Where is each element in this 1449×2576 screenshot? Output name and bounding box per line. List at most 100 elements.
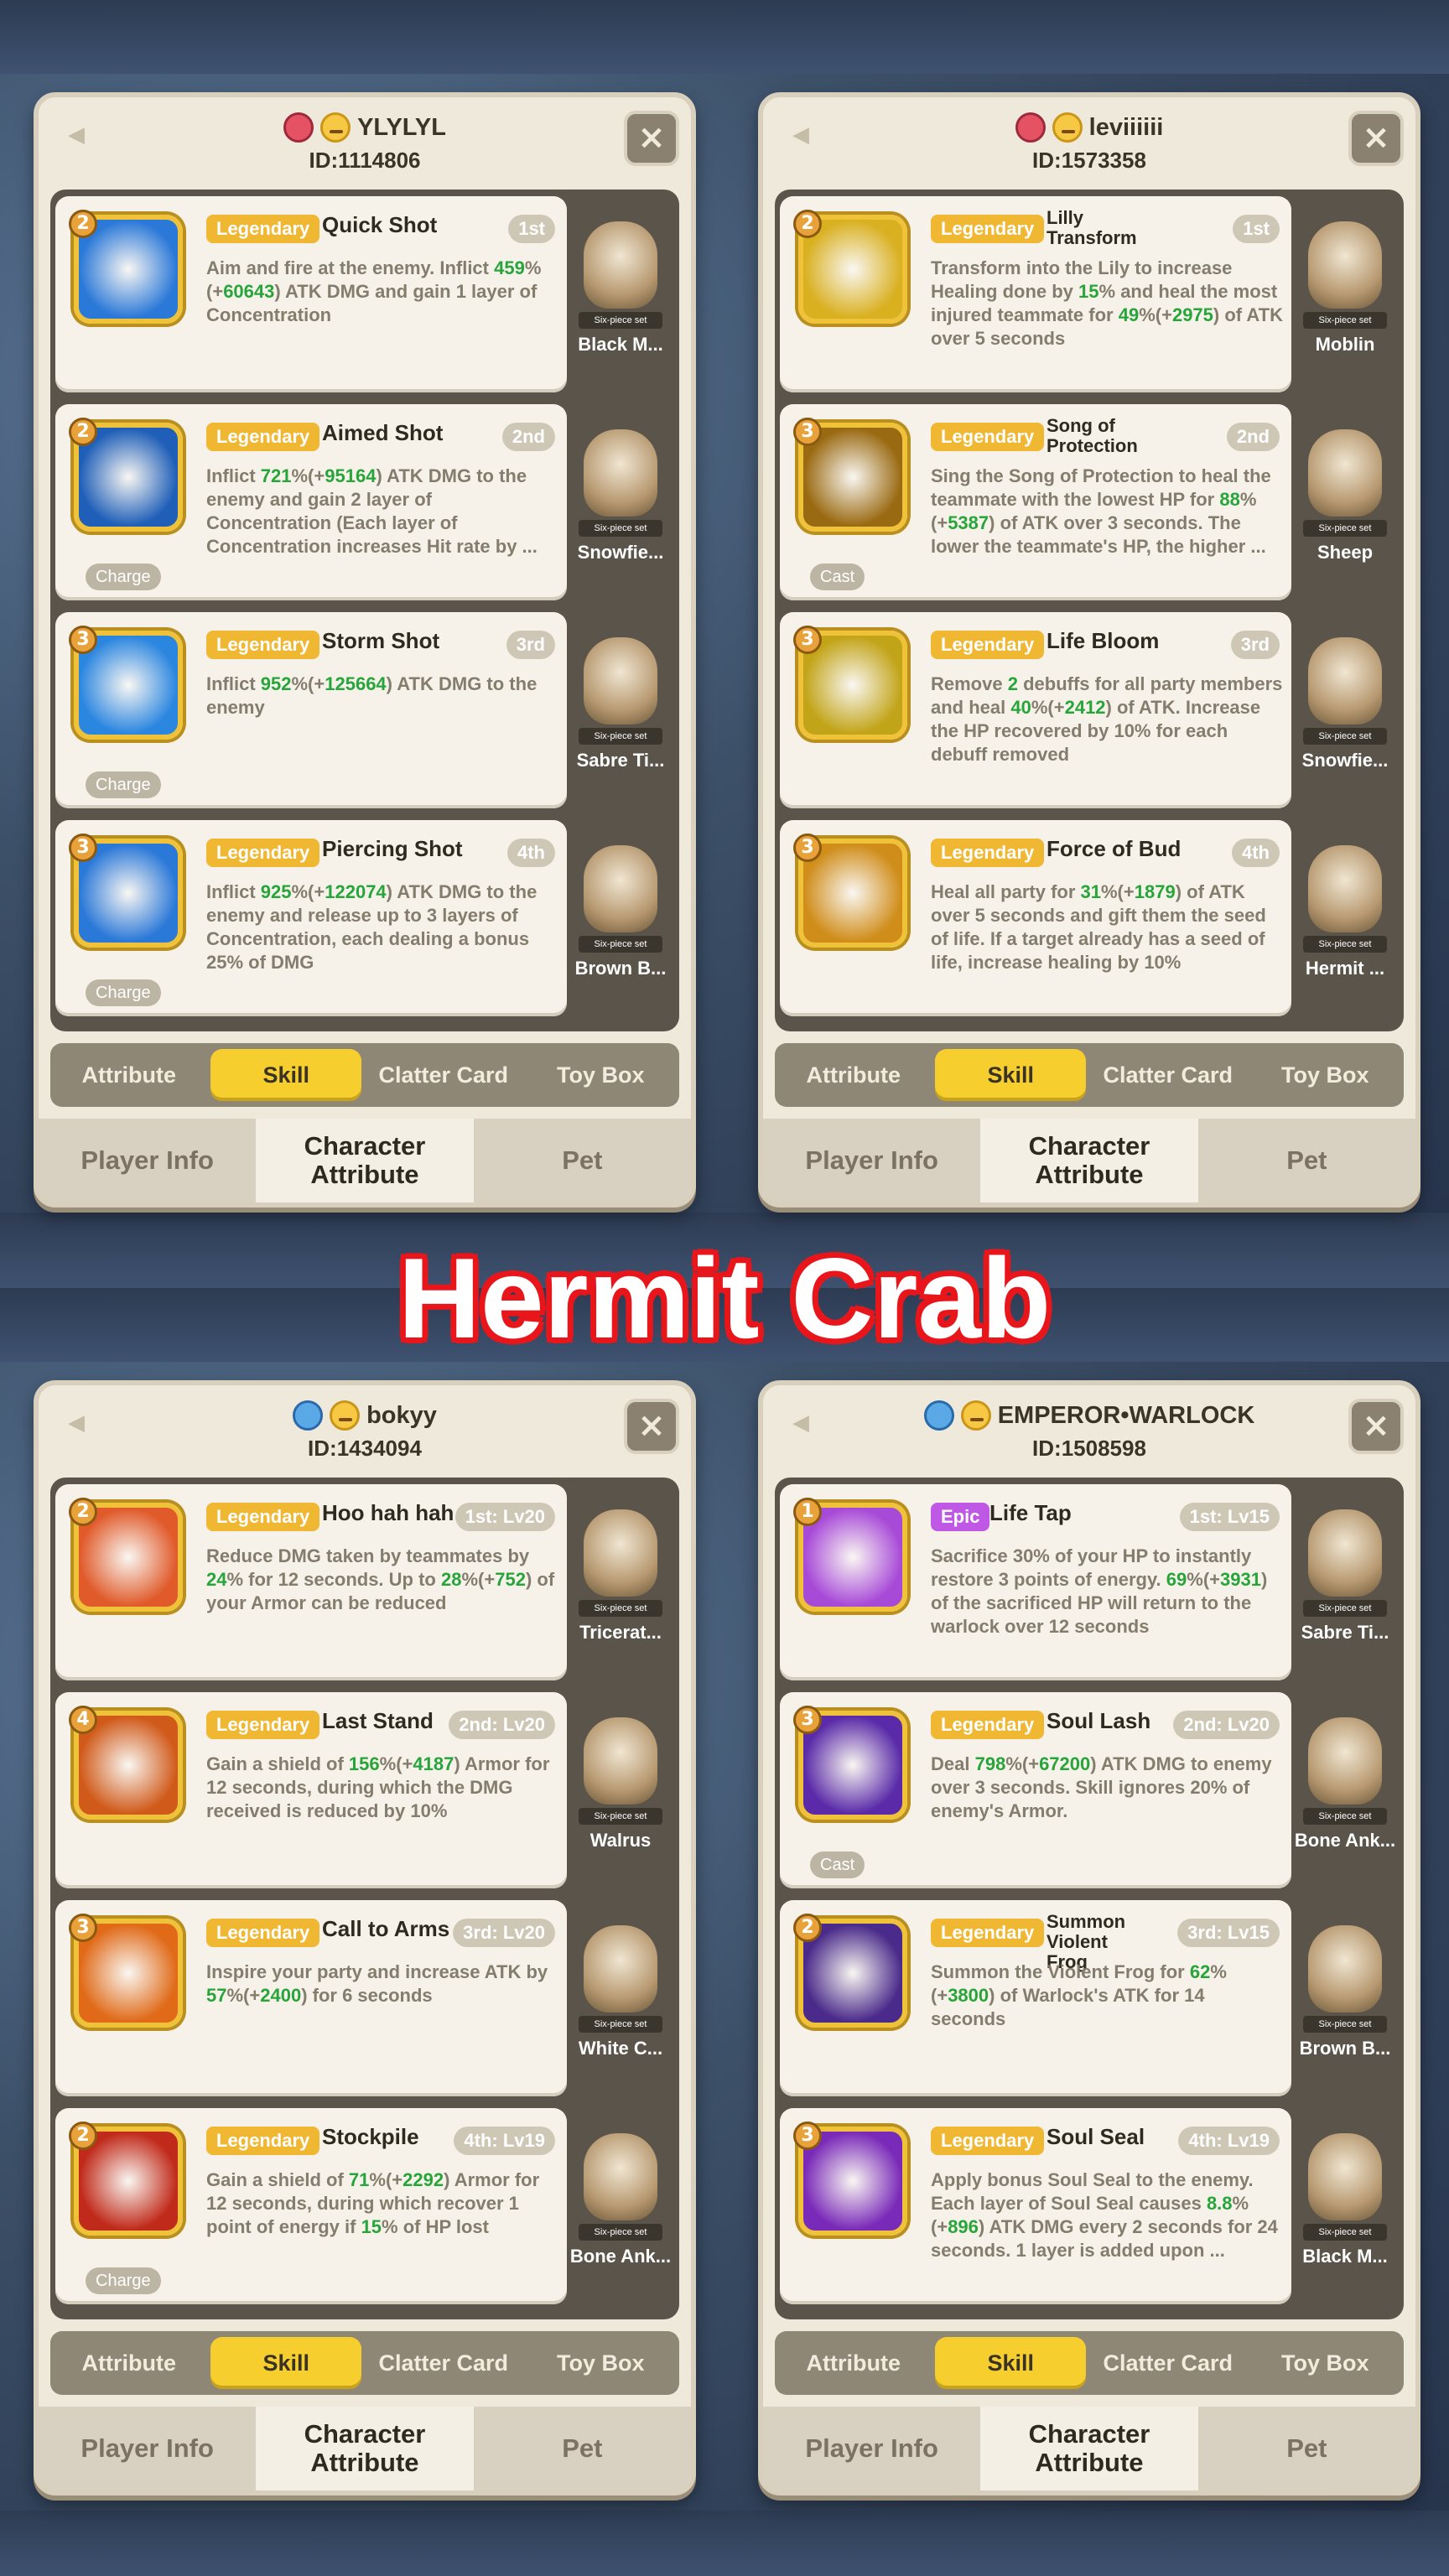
pet-slot[interactable]: Six-piece set Moblin — [1291, 196, 1399, 392]
pet-slot[interactable]: Six-piece set Brown B... — [567, 820, 674, 1016]
pet-slot[interactable]: Six-piece set Walrus — [567, 1692, 674, 1888]
pet-slot[interactable]: Six-piece set Sabre Ti... — [1291, 1484, 1399, 1680]
skill-description: Inflict 925%(+122074) ATK DMG to the ene… — [206, 880, 558, 974]
tab-clatter-card[interactable]: Clatter Card — [1093, 2337, 1244, 2389]
skill-slot-rank: 4th: Lv19 — [454, 2127, 555, 2155]
skill-tabs: Attribute Skill Clatter Card Toy Box — [50, 1043, 679, 1107]
tab-skill[interactable]: Skill — [210, 1049, 362, 1101]
tab-skill[interactable]: Skill — [935, 2337, 1087, 2389]
pet-slot[interactable]: Six-piece set White C... — [567, 1900, 674, 2096]
description-text: Remove — [931, 673, 1008, 694]
pet-slot[interactable]: Six-piece set Snowfie... — [1291, 612, 1399, 808]
tab-toy-box[interactable]: Toy Box — [525, 2337, 676, 2389]
skill-card[interactable]: 3 Legendary Storm Shot 3rd Inflict 952%(+125… — [55, 612, 567, 808]
pet-slot[interactable]: Six-piece set Sabre Ti... — [567, 612, 674, 808]
skill-card[interactable]: 4 Legendary Last Stand 2nd: Lv20 Gain a shie… — [55, 1692, 567, 1888]
footer-tabs: Player Info Character Attribute Pet — [763, 1119, 1415, 1202]
pet-slot[interactable]: Six-piece set Hermit ... — [1291, 820, 1399, 1016]
tab-attribute[interactable]: Attribute — [778, 2337, 929, 2389]
tab-skill[interactable]: Skill — [210, 2337, 362, 2389]
skill-card[interactable]: 2 Legendary Hoo hah hah 1st: Lv20 Reduce DMG… — [55, 1484, 567, 1680]
skill-card[interactable]: 3 Legendary Soul Lash 2nd: Lv20 Deal 798%(+6… — [780, 1692, 1291, 1888]
tab-toy-box[interactable]: Toy Box — [1249, 2337, 1400, 2389]
skill-card[interactable]: 1 Epic Life Tap 1st: Lv15 Sacrifice 30% of y… — [780, 1484, 1291, 1680]
close-button[interactable]: × — [1348, 1399, 1404, 1454]
skill-card[interactable]: 3 Legendary Soul Seal 4th: Lv19 Apply bonus … — [780, 2108, 1291, 2304]
skill-type-tag: Charge — [86, 979, 161, 1006]
skill-name: Life Bloom — [1046, 628, 1160, 653]
tab-clatter-card[interactable]: Clatter Card — [368, 2337, 519, 2389]
description-text: %(+ — [291, 673, 325, 694]
footer-tab-character-attribute[interactable]: Character Attribute — [980, 1119, 1198, 1202]
skill-slot-rank: 4th: Lv19 — [1178, 2127, 1280, 2155]
skill-level-badge: 2 — [69, 2122, 97, 2150]
skill-type-tag: Cast — [810, 564, 865, 590]
pet-slot[interactable]: Six-piece set Tricerat... — [567, 1484, 674, 1680]
footer-tab-pet[interactable]: Pet — [1198, 1119, 1415, 1202]
skill-card[interactable]: 3 Legendary Force of Bud 4th Heal all party … — [780, 820, 1291, 1016]
footer-tab-character-attribute[interactable]: Character Attribute — [256, 1119, 474, 1202]
skill-level-badge: 3 — [793, 418, 822, 446]
six-piece-set-label: Six-piece set — [1303, 936, 1387, 953]
footer-tab-player-info[interactable]: Player Info — [39, 2407, 256, 2490]
skill-description: Sacrifice 30% of your HP to instantly re… — [931, 1545, 1283, 1639]
footer-tab-character-attribute[interactable]: Character Attribute — [256, 2407, 474, 2490]
skill-card[interactable]: 3 Legendary Life Bloom 3rd Remove 2 debuffs … — [780, 612, 1291, 808]
skill-card[interactable]: 3 Legendary Call to Arms 3rd: Lv20 Inspire y… — [55, 1900, 567, 2096]
skill-card[interactable]: 3 Legendary Song of Protection 2nd Sing the … — [780, 404, 1291, 600]
tab-toy-box[interactable]: Toy Box — [525, 1049, 676, 1101]
skill-name: Quick Shot — [322, 212, 438, 237]
rarity-badge: Legendary — [206, 215, 320, 243]
highlight-value: 5387 — [948, 512, 989, 533]
footer-tab-pet[interactable]: Pet — [474, 1119, 691, 1202]
pet-name: Moblin — [1315, 334, 1375, 355]
tab-skill[interactable]: Skill — [935, 1049, 1087, 1101]
pet-slot[interactable]: Six-piece set Sheep — [1291, 404, 1399, 600]
pet-slot[interactable]: Six-piece set Black M... — [567, 196, 674, 392]
pet-slot[interactable]: Six-piece set Bone Ank... — [1291, 1692, 1399, 1888]
footer-tab-pet[interactable]: Pet — [474, 2407, 691, 2490]
description-text: %(+ — [291, 465, 325, 486]
highlight-value: 69 — [1166, 1569, 1187, 1590]
tab-attribute[interactable]: Attribute — [54, 2337, 205, 2389]
pet-slot[interactable]: Six-piece set Bone Ank... — [567, 2108, 674, 2304]
skill-card[interactable]: 3 Legendary Piercing Shot 4th Inflict 925%(+… — [55, 820, 567, 1016]
tab-clatter-card[interactable]: Clatter Card — [1093, 1049, 1244, 1101]
tab-attribute[interactable]: Attribute — [778, 1049, 929, 1101]
six-piece-set-label: Six-piece set — [1303, 2224, 1387, 2241]
tab-clatter-card[interactable]: Clatter Card — [368, 1049, 519, 1101]
highlight-value: 925 — [260, 881, 292, 902]
skill-level-badge: 1 — [793, 1498, 822, 1526]
pet-slot[interactable]: Six-piece set Black M... — [1291, 2108, 1399, 2304]
tab-attribute[interactable]: Attribute — [54, 1049, 205, 1101]
footer-tab-character-attribute[interactable]: Character Attribute — [980, 2407, 1198, 2490]
footer-tab-pet[interactable]: Pet — [1198, 2407, 1415, 2490]
description-text: %(+ — [369, 2169, 403, 2190]
skill-tabs: Attribute Skill Clatter Card Toy Box — [50, 2331, 679, 2395]
six-piece-set-label: Six-piece set — [579, 1808, 662, 1825]
tab-toy-box[interactable]: Toy Box — [1249, 1049, 1400, 1101]
highlight-value: 40 — [1010, 697, 1031, 718]
pet-slot[interactable]: Six-piece set Brown B... — [1291, 1900, 1399, 2096]
pet-name: Hermit ... — [1305, 958, 1385, 979]
skill-card[interactable]: 2 Legendary Lilly Transform 1st Transform in… — [780, 196, 1291, 392]
footer-tab-player-info[interactable]: Player Info — [763, 2407, 980, 2490]
pet-avatar — [1308, 2133, 1382, 2220]
six-piece-set-label: Six-piece set — [1303, 2016, 1387, 2033]
skill-card[interactable]: 2 Legendary Stockpile 4th: Lv19 Gain a shiel… — [55, 2108, 567, 2304]
skill-name: Soul Lash — [1046, 1708, 1151, 1733]
footer-tabs: Player Info Character Attribute Pet — [763, 2407, 1415, 2490]
footer-tab-player-info[interactable]: Player Info — [763, 1119, 980, 1202]
close-button[interactable]: × — [624, 1399, 679, 1454]
skill-card[interactable]: 2 Legendary Quick Shot 1st Aim and fire at t… — [55, 196, 567, 392]
description-text: %(+ — [291, 881, 325, 902]
six-piece-set-label: Six-piece set — [579, 936, 662, 953]
skill-card[interactable]: 2 Legendary Aimed Shot 2nd Inflict 721%(+951… — [55, 404, 567, 600]
close-button[interactable]: × — [624, 111, 679, 166]
pet-slot[interactable]: Six-piece set Snowfie... — [567, 404, 674, 600]
footer-tab-player-info[interactable]: Player Info — [39, 1119, 256, 1202]
skill-slot-rank: 3rd: Lv15 — [1177, 1919, 1280, 1947]
player-id: ID:1573358 — [1032, 148, 1146, 173]
skill-card[interactable]: 2 Legendary Summon Violent Frog 3rd: Lv15 Su… — [780, 1900, 1291, 2096]
close-button[interactable]: × — [1348, 111, 1404, 166]
